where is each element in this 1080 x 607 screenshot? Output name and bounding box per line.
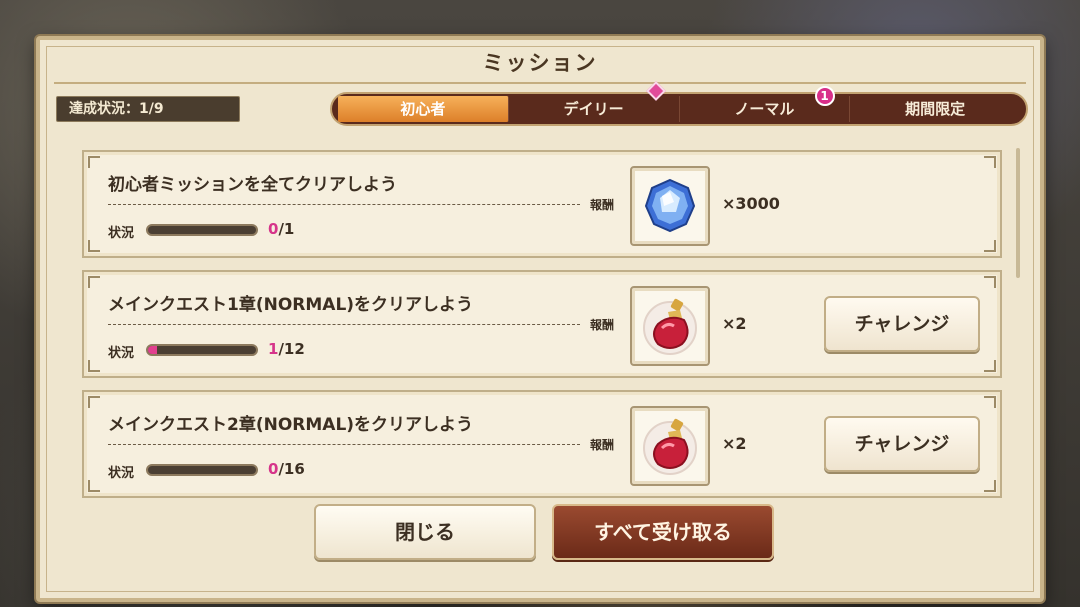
achievement-status: 達成状況：1/9 [56, 96, 240, 122]
challenge-button[interactable]: チャレンジ [824, 296, 980, 352]
mission-card: 初心者ミッションを全てクリアしよう 報酬 状況 0/1 ×3000 [82, 150, 1002, 258]
mission-tabs: 初心者 デイリー ノーマル 1 期間限定 [330, 81, 1028, 126]
red-potion-icon [643, 418, 697, 475]
reward-quantity: ×2 [722, 314, 747, 333]
tab-beginner[interactable]: 初心者 [338, 96, 509, 122]
receive-all-button[interactable]: すべて受け取る [552, 504, 774, 560]
reward-item[interactable] [630, 286, 710, 366]
mission-title: メインクエスト2章(NORMAL)をクリアしよう [108, 415, 474, 435]
reward-label: 報酬 [590, 318, 615, 332]
tab-daily[interactable]: デイリー [509, 81, 680, 122]
scrollbar[interactable] [1016, 148, 1020, 278]
status-label: 状況 [108, 466, 135, 481]
mission-card: メインクエスト1章(NORMAL)をクリアしよう 報酬 状況 1/12 ×2 チ… [82, 270, 1002, 378]
dotted-divider [108, 444, 580, 445]
reward-quantity: ×3000 [722, 194, 780, 213]
blue-gem-icon [644, 178, 696, 233]
mission-title: 初心者ミッションを全てクリアしよう [108, 175, 397, 195]
mission-window: ミッション 達成状況：1/9 初心者 デイリー ノーマル 1 期間限定 初心者ミッ… [36, 36, 1044, 602]
challenge-button[interactable]: チャレンジ [824, 416, 980, 472]
progress-bar [146, 344, 258, 356]
red-potion-icon [643, 298, 697, 355]
reward-label: 報酬 [590, 198, 615, 212]
reward-quantity: ×2 [722, 434, 747, 453]
tab-normal[interactable]: ノーマル 1 [680, 86, 851, 122]
tab-limited[interactable]: 期間限定 [850, 96, 1020, 122]
progress-bar [146, 224, 258, 236]
dotted-divider [108, 204, 580, 205]
notification-badge: 1 [814, 86, 835, 106]
progress-count: 1/12 [268, 340, 305, 358]
reward-item[interactable] [630, 166, 710, 246]
title-divider [54, 82, 1026, 84]
progress-count: 0/1 [268, 220, 295, 238]
mission-list[interactable]: 初心者ミッションを全てクリアしよう 報酬 状況 0/1 ×3000 メインクエス… [82, 150, 1006, 498]
progress-count: 0/16 [268, 460, 305, 478]
new-diamond-icon [645, 81, 666, 101]
progress-bar [146, 464, 258, 476]
mission-card: メインクエスト2章(NORMAL)をクリアしよう 報酬 状況 0/16 ×2 チ… [82, 390, 1002, 498]
reward-label: 報酬 [590, 438, 615, 452]
reward-item[interactable] [630, 406, 710, 486]
status-label: 状況 [108, 226, 135, 241]
window-title: ミッション [482, 51, 598, 75]
status-label: 状況 [108, 346, 135, 361]
dotted-divider [108, 324, 580, 325]
mission-title: メインクエスト1章(NORMAL)をクリアしよう [108, 295, 474, 315]
close-button[interactable]: 閉じる [314, 504, 536, 560]
